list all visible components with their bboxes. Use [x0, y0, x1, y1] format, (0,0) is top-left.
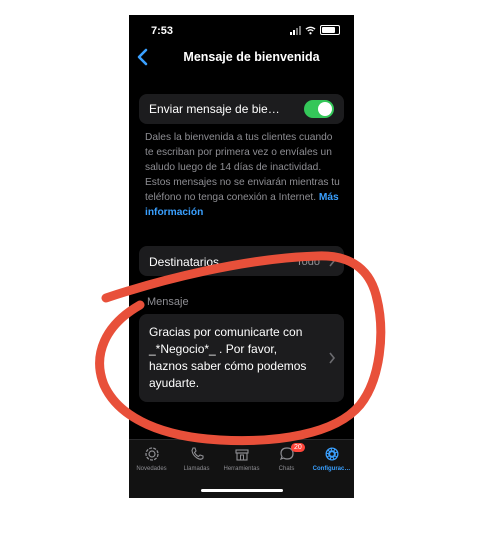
tab-configuracion[interactable]: Configurac… [309, 446, 354, 472]
tab-llamadas[interactable]: Llamadas [174, 446, 219, 472]
status-icons [290, 25, 340, 35]
tab-bar: Novedades Llamadas Herramientas 20 Chats [129, 439, 354, 498]
settings-icon [325, 447, 338, 461]
switch-knob [318, 102, 332, 116]
tools-icon [234, 449, 249, 461]
send-welcome-toggle-row[interactable]: Enviar mensaje de bie… [139, 94, 344, 124]
phone-icon [190, 447, 204, 460]
tab-label: Herramientas [223, 466, 260, 472]
navigation-bar: Mensaje de bienvenida [129, 45, 354, 71]
recipients-value: Todo [296, 256, 320, 268]
tab-herramientas[interactable]: Herramientas [219, 446, 264, 472]
home-indicator [201, 489, 283, 492]
back-chevron-icon[interactable] [135, 47, 151, 67]
status-time: 7:53 [151, 25, 174, 37]
message-row[interactable]: Gracias por comunicarte con _*Negocio*_ … [139, 314, 344, 402]
chevron-right-icon [329, 255, 336, 267]
description-text: Dales la bienvenida a tus clientes cuand… [145, 130, 343, 220]
message-text: Gracias por comunicarte con _*Negocio*_ … [149, 325, 307, 390]
tab-label: Llamadas [183, 466, 210, 472]
status-bar: 7:53 [129, 15, 354, 45]
signal-icon [290, 25, 301, 35]
tab-label: Novedades [136, 466, 167, 472]
recipients-label: Destinatarios [149, 255, 220, 269]
chats-badge: 20 [291, 443, 305, 452]
recipients-row[interactable]: Destinatarios Todo [139, 246, 344, 276]
send-welcome-switch[interactable] [304, 100, 334, 118]
toggle-label: Enviar mensaje de bie… [149, 102, 280, 116]
chevron-right-icon [329, 352, 336, 364]
wifi-icon [305, 26, 316, 34]
phone-screen: 7:53 Mensaje de bienvenida Enviar mensaj… [129, 15, 354, 498]
tab-novedades[interactable]: Novedades [129, 446, 174, 472]
tab-label: Configurac… [312, 466, 351, 472]
section-header: Mensaje [147, 296, 189, 308]
description-body: Dales la bienvenida a tus clientes cuand… [145, 132, 340, 203]
page-title: Mensaje de bienvenida [183, 50, 320, 64]
battery-icon [320, 25, 340, 35]
novedades-icon [144, 447, 159, 461]
tab-label: Chats [278, 466, 295, 472]
tab-chats[interactable]: 20 Chats [264, 443, 309, 472]
